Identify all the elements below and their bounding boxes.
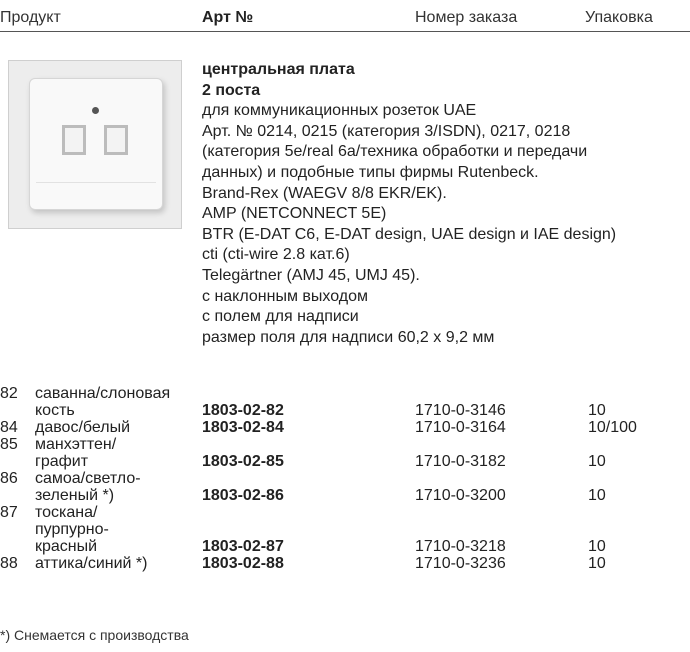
row-color-name: самоа/светло- — [35, 470, 141, 487]
description-line: Telegärtner (AMJ 45, UMJ 45). — [202, 266, 420, 284]
row-package: 10 — [588, 538, 606, 555]
header-divider — [0, 31, 690, 32]
row-color-name: давос/белый — [35, 419, 131, 436]
description-line: с наклонным выходом — [202, 287, 368, 305]
description-line: cti (cti-wire 2.8 кат.6) — [202, 246, 350, 264]
column-header-package: Упаковка — [585, 9, 653, 26]
label-field — [36, 182, 156, 201]
description-line: BTR (E-DAT C6, E-DAT design, UAE design … — [202, 225, 617, 243]
screw-hole — [92, 107, 99, 114]
row-order-no: 1710-0-3218 — [415, 538, 506, 555]
row-color-name: кость — [35, 402, 75, 419]
description-line: для коммуникационных розеток UAE — [202, 102, 477, 120]
column-header-product: Продукт — [0, 9, 61, 26]
product-image — [8, 60, 182, 229]
wall-plate-icon — [29, 78, 163, 210]
row-number: 85 — [0, 436, 18, 453]
row-color-name: пурпурно- — [35, 521, 109, 538]
row-art-no: 1803-02-82 — [202, 402, 284, 419]
row-color-name: зеленый *) — [35, 487, 115, 504]
product-subtitle: 2 поста — [202, 81, 261, 99]
row-number: 82 — [0, 385, 18, 402]
row-color-name: тоскана/ — [35, 504, 98, 521]
product-description: центральная плата 2 поста для коммуникац… — [202, 60, 690, 348]
description-line: AMP (NETCONNECT 5E) — [202, 205, 387, 223]
port-slot — [62, 125, 86, 155]
row-art-no: 1803-02-86 — [202, 487, 284, 504]
row-package: 10 — [588, 402, 606, 419]
column-header-order-no: Номер заказа — [415, 9, 518, 26]
row-number: 86 — [0, 470, 18, 487]
port-slot — [104, 125, 128, 155]
row-art-no: 1803-02-87 — [202, 538, 284, 555]
row-order-no: 1710-0-3164 — [415, 419, 506, 436]
row-color-name: аттика/синий *) — [35, 555, 148, 572]
row-color-name: красный — [35, 538, 98, 555]
row-package: 10 — [588, 555, 606, 572]
row-number: 84 — [0, 419, 18, 436]
row-number: 88 — [0, 555, 18, 572]
row-color-name: манхэттен/ — [35, 436, 117, 453]
description-line: Арт. № 0214, 0215 (категория 3/ISDN), 02… — [202, 122, 571, 140]
product-title: центральная плата — [202, 61, 355, 78]
description-line: данных) и подобные типы фирмы Rutenbeck. — [202, 163, 539, 181]
row-art-no: 1803-02-84 — [202, 419, 284, 436]
description-line: размер поля для надписи 60,2 x 9,2 мм — [202, 328, 495, 346]
row-package: 10/100 — [588, 419, 637, 436]
description-line: Brand-Rex (WAEGV 8/8 EKR/EK). — [202, 184, 447, 202]
footnote: *) Снемается с производства — [0, 627, 189, 643]
row-order-no: 1710-0-3146 — [415, 402, 506, 419]
row-color-name: графит — [35, 453, 89, 470]
row-package: 10 — [588, 453, 606, 470]
description-line: (категория 5e/real 6a/техника обработки … — [202, 143, 588, 161]
description-line: с полем для надписи — [202, 308, 359, 326]
column-header-art-no: Арт № — [202, 9, 254, 26]
row-order-no: 1710-0-3200 — [415, 487, 506, 504]
row-number: 87 — [0, 504, 18, 521]
row-order-no: 1710-0-3236 — [415, 555, 506, 572]
row-package: 10 — [588, 487, 606, 504]
row-color-name: саванна/слоновая — [35, 385, 171, 402]
row-art-no: 1803-02-85 — [202, 453, 284, 470]
row-art-no: 1803-02-88 — [202, 555, 284, 572]
row-order-no: 1710-0-3182 — [415, 453, 506, 470]
